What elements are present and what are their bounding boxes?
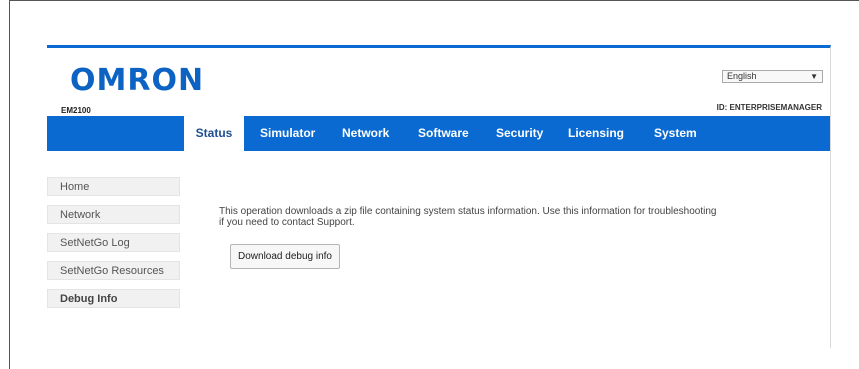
tab-system[interactable]: System — [654, 116, 697, 151]
sidebar-item-home[interactable]: Home — [47, 177, 180, 196]
omron-logo: OMRON — [70, 63, 205, 98]
language-value: English — [727, 71, 757, 81]
download-debug-button[interactable]: Download debug info — [230, 244, 340, 269]
model-label: EM2100 — [61, 106, 91, 115]
window-border-top — [9, 0, 859, 1]
sidebar-item-network[interactable]: Network — [47, 205, 180, 224]
sidebar-item-setnetgo-resources[interactable]: SetNetGo Resources — [47, 261, 180, 280]
debug-description: This operation downloads a zip file cont… — [219, 206, 717, 228]
device-id: ID: ENTERPRISEMANAGER — [716, 103, 822, 112]
tab-security[interactable]: Security — [496, 116, 543, 151]
top-nav: Status Simulator Network Software Securi… — [47, 116, 830, 153]
dropdown-arrow-icon: ▼ — [810, 72, 818, 81]
sidebar-item-setnetgo-log[interactable]: SetNetGo Log — [47, 233, 180, 252]
sidebar-item-debug-info[interactable]: Debug Info — [47, 289, 180, 308]
window-border-left — [9, 0, 10, 369]
tab-simulator[interactable]: Simulator — [260, 116, 315, 151]
tab-software[interactable]: Software — [418, 116, 469, 151]
language-select[interactable]: English ▼ — [722, 70, 823, 83]
tab-licensing[interactable]: Licensing — [568, 116, 624, 151]
tab-status[interactable]: Status — [184, 116, 244, 153]
tab-network[interactable]: Network — [342, 116, 389, 151]
main-panel: OMRON EM2100 English ▼ ID: ENTERPRISEMAN… — [47, 45, 831, 348]
